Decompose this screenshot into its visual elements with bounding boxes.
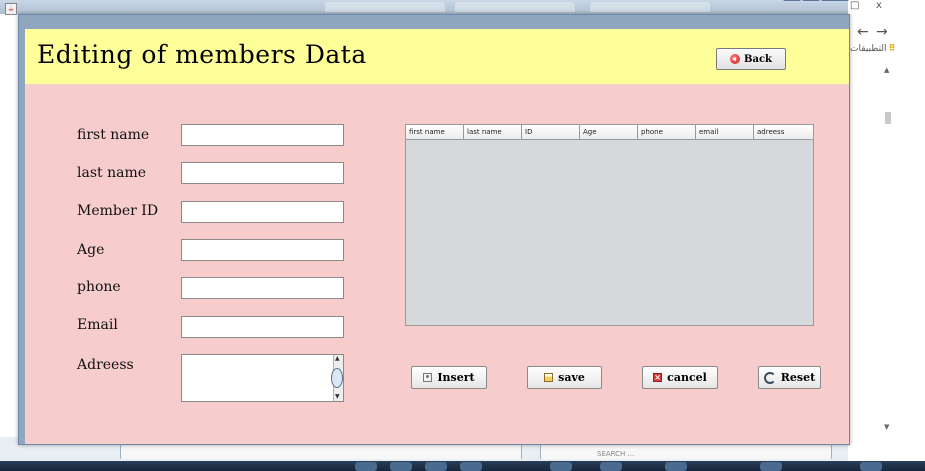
browser-scrollbar[interactable]: ▲ ▼ <box>883 66 893 432</box>
back-button[interactable]: Back <box>716 48 786 70</box>
insert-button-label: Insert <box>437 371 475 384</box>
scrollbar-thumb[interactable] <box>885 112 891 124</box>
members-editor-window: ☕ _ □ x Editing of members Data Back fir… <box>5 0 850 445</box>
first-name-label: first name <box>77 127 150 143</box>
age-label: Age <box>77 242 105 258</box>
member-id-label: Member ID <box>77 203 159 219</box>
apps-label: التطبيقات <box>850 44 887 54</box>
browser-apps-shortcut[interactable]: التطبيقات ⠿ <box>850 44 896 54</box>
column-header-last-name[interactable]: last name <box>464 125 522 139</box>
page-title: Editing of members Data <box>37 40 367 69</box>
background-search-field[interactable]: SEARCH ... <box>597 450 634 458</box>
taskbar-app-icon[interactable] <box>760 462 782 471</box>
column-header-first-name[interactable]: first name <box>406 125 464 139</box>
email-label: Email <box>77 317 118 333</box>
column-header-address[interactable]: adreess <box>754 125 812 139</box>
browser-restore-button[interactable]: □ <box>850 0 859 12</box>
column-header-phone[interactable]: phone <box>638 125 696 139</box>
reset-button-label: Reset <box>780 371 816 384</box>
reset-button[interactable]: Reset <box>758 366 821 389</box>
taskbar-app-icon[interactable] <box>600 462 622 471</box>
form-panel: first name last name Member ID Age phone… <box>25 84 849 444</box>
taskbar-app-icon[interactable] <box>355 462 377 471</box>
email-input[interactable] <box>181 316 344 338</box>
minimize-button[interactable]: _ <box>783 0 801 1</box>
browser-window-controls: □ x <box>848 0 925 13</box>
java-cup-icon: ☕ <box>5 3 17 15</box>
taskbar-app-icon[interactable] <box>550 462 572 471</box>
header-panel: Editing of members Data Back <box>25 29 849 84</box>
scroll-up-icon[interactable]: ▲ <box>335 356 341 362</box>
address-label: Adreess <box>77 357 134 373</box>
first-name-input[interactable] <box>181 124 344 146</box>
scroll-down-icon[interactable]: ▼ <box>884 423 889 432</box>
cancel-icon: × <box>653 372 663 382</box>
members-table[interactable]: first name last name ID Age phone email … <box>405 124 814 326</box>
taskbar-app-icon[interactable] <box>390 462 412 471</box>
table-header: first name last name ID Age phone email … <box>406 125 813 140</box>
member-id-input[interactable] <box>181 201 344 223</box>
save-button-label: save <box>558 371 585 384</box>
cancel-button[interactable]: × cancel <box>642 366 718 389</box>
save-icon <box>544 373 554 382</box>
taskbar-app-icon[interactable] <box>665 462 687 471</box>
insert-button[interactable]: Insert <box>411 366 487 389</box>
close-button[interactable]: x <box>821 0 849 1</box>
address-textarea[interactable] <box>182 355 334 401</box>
taskbar-app-icon[interactable] <box>860 462 882 471</box>
last-name-input[interactable] <box>181 162 344 184</box>
column-header-id[interactable]: ID <box>522 125 580 139</box>
taskbar-app-icon[interactable] <box>460 462 482 471</box>
age-input[interactable] <box>181 239 344 261</box>
phone-label: phone <box>77 279 121 295</box>
insert-icon <box>423 373 433 382</box>
browser-close-button[interactable]: x <box>876 0 882 12</box>
scroll-up-icon[interactable]: ▲ <box>884 66 889 74</box>
scrollbar-thumb[interactable] <box>331 368 343 388</box>
window-titlebar[interactable]: ☕ _ □ x <box>5 0 849 15</box>
reset-icon <box>763 371 776 384</box>
maximize-button[interactable]: □ <box>802 0 820 1</box>
last-name-label: last name <box>77 165 147 181</box>
back-button-label: Back <box>744 53 772 65</box>
address-textarea-container: ▲ ▼ <box>181 354 344 402</box>
column-header-age[interactable]: Age <box>580 125 638 139</box>
browser-back-arrow-icon[interactable]: ← <box>857 24 869 40</box>
cancel-button-label: cancel <box>667 371 707 384</box>
browser-forward-arrow-icon[interactable]: → <box>876 24 888 40</box>
scroll-down-icon[interactable]: ▼ <box>335 394 341 400</box>
apps-grid-icon: ⠿ <box>888 44 896 54</box>
back-arrow-icon <box>730 54 741 64</box>
taskbar-app-icon[interactable] <box>425 462 447 471</box>
column-header-email[interactable]: email <box>696 125 754 139</box>
save-button[interactable]: save <box>527 366 602 389</box>
phone-input[interactable] <box>181 277 344 299</box>
address-scrollbar[interactable]: ▲ ▼ <box>331 355 343 401</box>
